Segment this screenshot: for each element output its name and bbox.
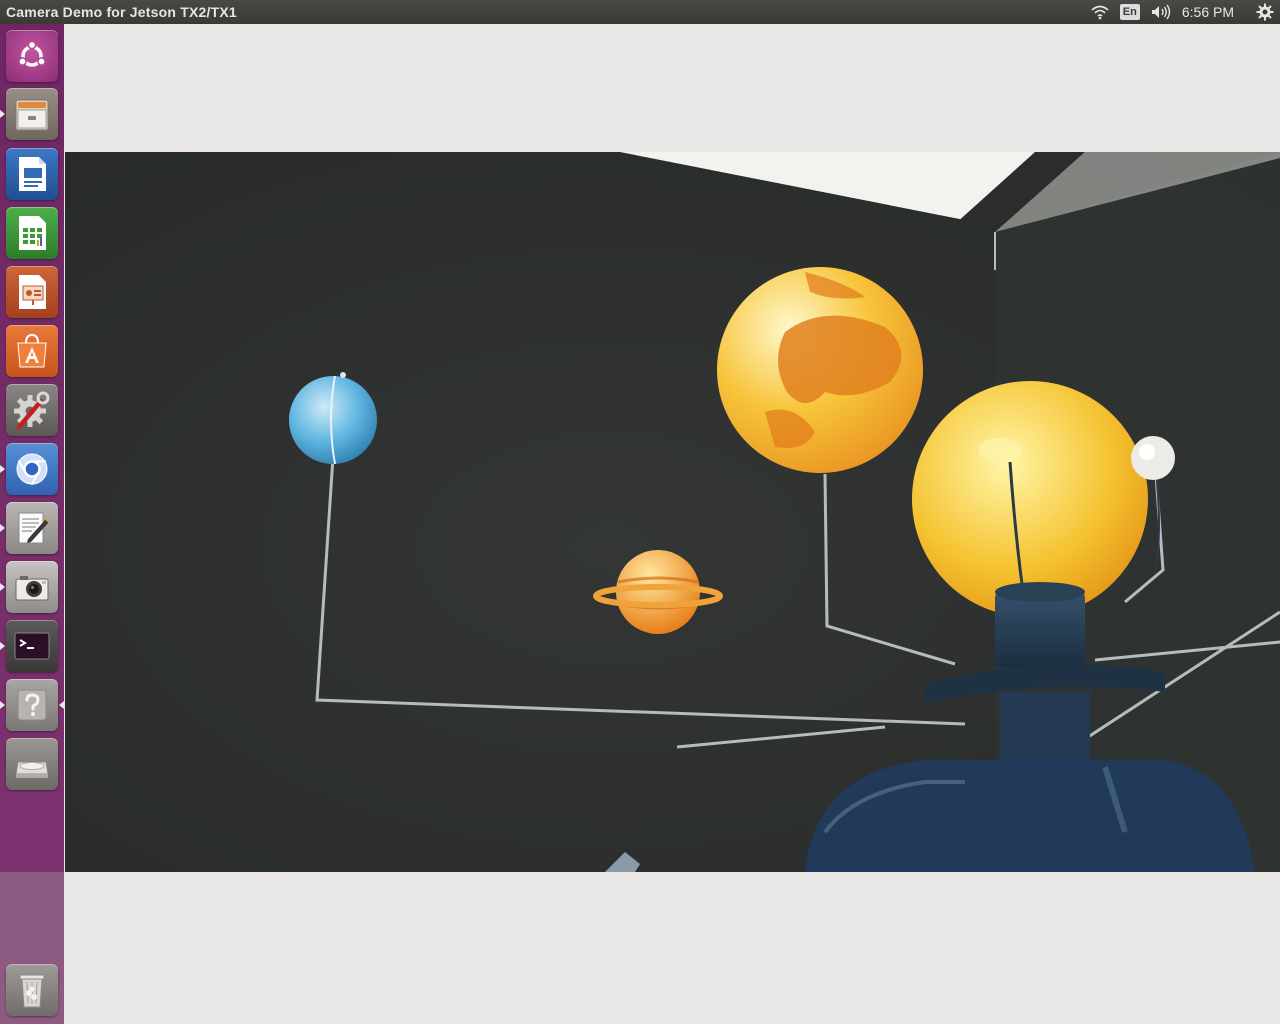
keyboard-layout-indicator[interactable]: En	[1119, 0, 1140, 24]
launcher-item-trash[interactable]	[6, 964, 58, 1016]
ubuntu-logo-icon	[18, 40, 46, 67]
launcher-item-chromium[interactable]	[6, 443, 58, 495]
keyboard-layout-label: En	[1119, 4, 1140, 20]
impress-icon	[19, 275, 46, 309]
launcher-item-help[interactable]	[6, 679, 58, 731]
launcher-item-text-editor[interactable]	[6, 502, 58, 554]
clock-indicator[interactable]: 6:56 PM	[1182, 0, 1246, 24]
launcher-item-system-settings[interactable]	[6, 384, 58, 436]
camera-feed-image	[65, 152, 1280, 872]
chromium-icon	[16, 453, 48, 486]
gear-icon[interactable]	[1256, 0, 1274, 24]
camera-window	[64, 24, 1280, 1024]
wifi-icon[interactable]	[1090, 0, 1110, 24]
camera-icon	[15, 576, 49, 601]
launcher-item-writer[interactable]	[6, 148, 58, 200]
speaker-icon[interactable]	[1150, 0, 1172, 24]
top-panel: Camera Demo for Jetson TX2/TX1 En 6:56 P…	[0, 0, 1280, 24]
launcher-item-camera[interactable]	[6, 561, 58, 613]
clock-label: 6:56 PM	[1181, 4, 1234, 20]
trash-icon	[19, 974, 45, 1008]
launcher	[0, 24, 64, 1024]
launcher-item-drive[interactable]	[6, 738, 58, 790]
launcher-item-software-center[interactable]	[6, 325, 58, 377]
launcher-item-terminal[interactable]	[6, 620, 58, 672]
window-title: Camera Demo for Jetson TX2/TX1	[6, 4, 237, 20]
indicator-area: En 6:56 PM	[1090, 0, 1280, 24]
launcher-item-calc[interactable]	[6, 207, 58, 259]
shopping-bag-icon	[17, 333, 47, 368]
terminal-icon	[14, 632, 50, 660]
launcher-item-dash[interactable]	[6, 30, 58, 82]
settings-wrench-icon	[14, 391, 50, 430]
help-icon	[17, 689, 47, 721]
text-editor-icon	[18, 512, 50, 544]
writer-icon	[19, 157, 46, 191]
file-cabinet-icon	[15, 99, 49, 131]
launcher-item-impress[interactable]	[6, 266, 58, 318]
disk-drive-icon	[15, 761, 49, 778]
calc-icon	[19, 216, 46, 250]
launcher-item-files[interactable]	[6, 88, 58, 140]
